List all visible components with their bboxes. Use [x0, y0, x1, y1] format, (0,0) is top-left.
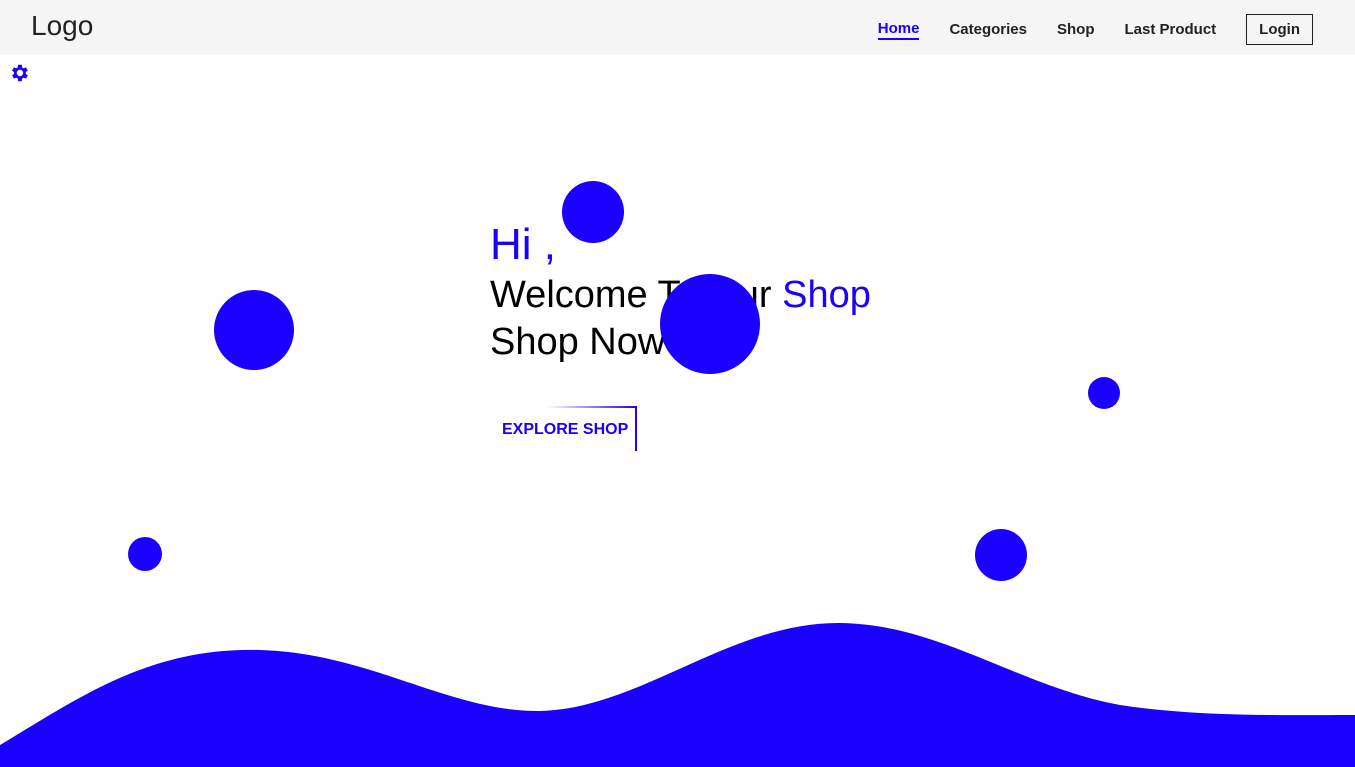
- wave-decoration: [0, 622, 1355, 767]
- gear-icon[interactable]: [8, 62, 30, 84]
- top-navbar: Logo Home Categories Shop Last Product L…: [0, 0, 1355, 55]
- decor-circle: [1088, 377, 1120, 409]
- decor-circle: [214, 290, 294, 370]
- explore-shop-button[interactable]: EXPLORE SHOP: [490, 406, 637, 451]
- nav-home[interactable]: Home: [877, 20, 920, 40]
- decor-circle: [660, 274, 760, 374]
- nav-shop[interactable]: Shop: [1057, 21, 1095, 38]
- decor-circle: [975, 529, 1027, 581]
- hero-line-2-text: Shop Now: [490, 321, 676, 363]
- nav-last-product[interactable]: Last Product: [1124, 21, 1216, 38]
- nav-menu: Home Categories Shop Last Product Login: [877, 14, 1313, 45]
- hero-line-1-accent: Shop: [782, 274, 871, 316]
- logo[interactable]: Logo: [31, 10, 93, 42]
- nav-categories[interactable]: Categories: [949, 21, 1027, 38]
- hero-greeting: Hi ,: [490, 220, 556, 269]
- login-button[interactable]: Login: [1246, 14, 1313, 45]
- decor-circle: [128, 537, 162, 571]
